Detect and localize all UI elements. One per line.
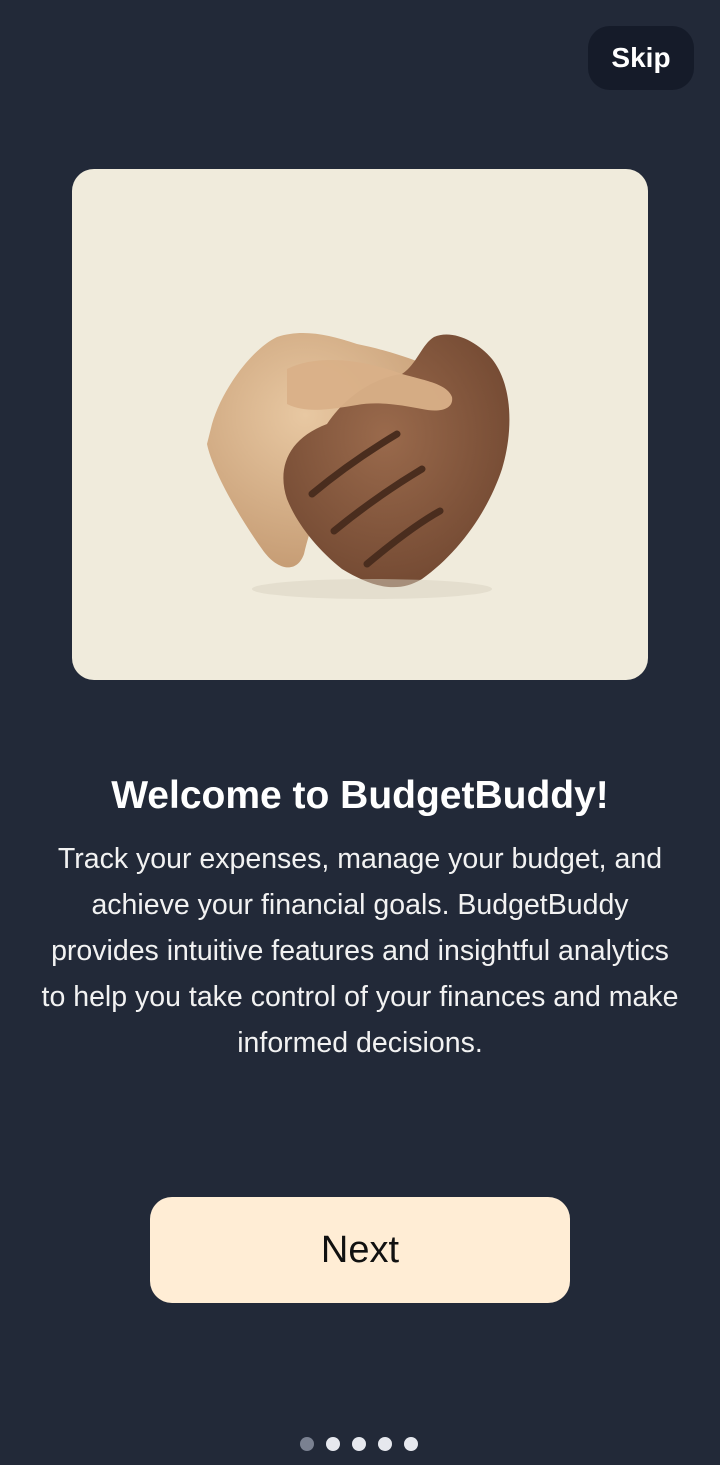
skip-button[interactable]: Skip xyxy=(588,26,694,90)
pagination-dot-3 xyxy=(352,1437,366,1451)
pagination-dot-2 xyxy=(326,1437,340,1451)
page-description: Track your expenses, manage your budget,… xyxy=(41,843,679,1059)
pagination-dot-5 xyxy=(404,1437,418,1451)
next-button[interactable]: Next xyxy=(150,1197,570,1303)
page-title: Welcome to BudgetBuddy! xyxy=(111,774,609,817)
handshake-illustration xyxy=(207,333,510,599)
pagination-dot-1 xyxy=(300,1437,314,1451)
pagination-dots xyxy=(300,1437,418,1453)
hero-image-card xyxy=(72,169,648,680)
pagination-dot-4 xyxy=(378,1437,392,1451)
